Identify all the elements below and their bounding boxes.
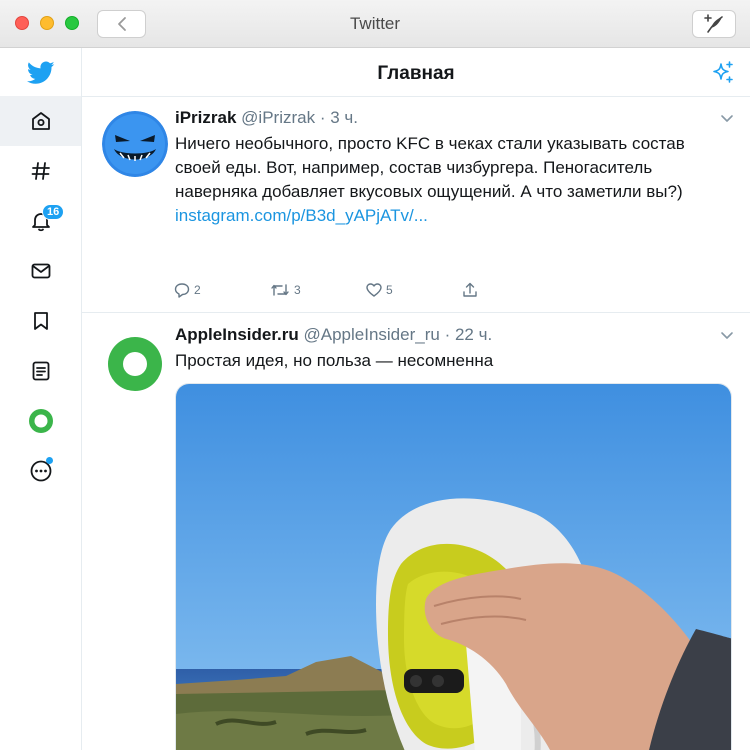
sidebar: 16 [0,48,82,750]
author-handle[interactable]: @iPrizrak [241,108,315,127]
sidebar-item-home[interactable] [0,96,81,146]
author-handle[interactable]: @AppleInsider_ru [303,325,439,344]
separator: · [444,325,451,344]
author-name[interactable]: AppleInsider.ru [175,325,299,344]
hashtag-icon [31,162,50,180]
mail-icon [31,263,50,279]
tweet-header: AppleInsider.ru @AppleInsider_ru · 22 ч. [175,325,492,345]
sidebar-item-profile[interactable] [0,396,81,446]
sidebar-item-notifications[interactable]: 16 [0,196,81,246]
chevron-down-icon [721,332,733,339]
top-tweets-button[interactable] [710,60,736,91]
sidebar-item-more[interactable] [0,446,81,496]
tweet-header: iPrizrak @iPrizrak · 3 ч. [175,108,358,128]
like-button[interactable]: 5 [366,282,393,298]
sidebar-item-explore[interactable] [0,146,81,196]
retweet-count: 3 [294,283,301,297]
notifications-badge: 16 [42,204,65,220]
avatar[interactable] [102,331,168,397]
share-icon [463,282,477,297]
twitter-bird-icon [26,61,55,84]
reply-icon [174,283,190,298]
sidebar-item-messages[interactable] [0,246,81,296]
tweet-media[interactable] [175,383,732,750]
timeline: Главная iPrizrak @iPrizrak · 3 ч. Ничего… [82,48,750,750]
page-title: Главная [377,63,455,84]
tweet[interactable]: iPrizrak @iPrizrak · 3 ч. Ничего необычн… [82,97,750,313]
compose-tweet-button[interactable] [692,10,736,38]
tweet-text: Простая идея, но польза — несомненна [175,351,494,370]
retweet-button[interactable]: 3 [270,282,301,298]
sidebar-item-lists[interactable] [0,346,81,396]
home-icon [31,112,50,130]
share-button[interactable] [462,282,478,298]
tweet[interactable]: AppleInsider.ru @AppleInsider_ru · 22 ч.… [82,313,750,750]
retweet-icon [271,284,289,296]
sparkle-icon [713,61,733,83]
app-window: Twitter 16 Главная iPrizrak @iPrizrak · … [0,0,750,750]
tweet-time[interactable]: 3 ч. [330,108,358,127]
tweet-menu-button[interactable] [720,111,734,129]
separator: · [319,108,326,127]
author-name[interactable]: iPrizrak [175,108,236,127]
chevron-down-icon [721,115,733,122]
sidebar-item-bookmarks[interactable] [0,296,81,346]
avatar[interactable] [102,111,168,177]
timeline-header: Главная [82,48,750,97]
heart-icon [366,283,382,297]
tweet-link[interactable]: instagram.com/p/B3d_yAPjATv/... [175,204,735,228]
reply-button[interactable]: 2 [174,282,201,298]
smiley-avatar-icon [102,111,168,177]
title-bar: Twitter [0,0,750,48]
tweet-body: Ничего необычного, просто KFC в чеках ст… [175,134,685,201]
tweet-menu-button[interactable] [720,328,734,346]
reply-count: 2 [194,283,201,297]
tweet-time[interactable]: 22 ч. [455,325,492,344]
media-image [176,384,731,750]
unread-dot [46,457,53,464]
avatar-icon [28,409,53,433]
like-count: 5 [386,283,393,297]
twitter-logo[interactable] [0,48,81,98]
compose-feather-icon [704,14,723,33]
ring-avatar-icon [102,331,168,397]
tweet-text: Ничего необычного, просто KFC в чеках ст… [175,132,735,228]
window-title: Twitter [349,14,401,33]
list-icon [32,361,49,381]
tweet-actions: 2 3 5 [174,282,494,302]
bookmark-icon [33,312,48,330]
